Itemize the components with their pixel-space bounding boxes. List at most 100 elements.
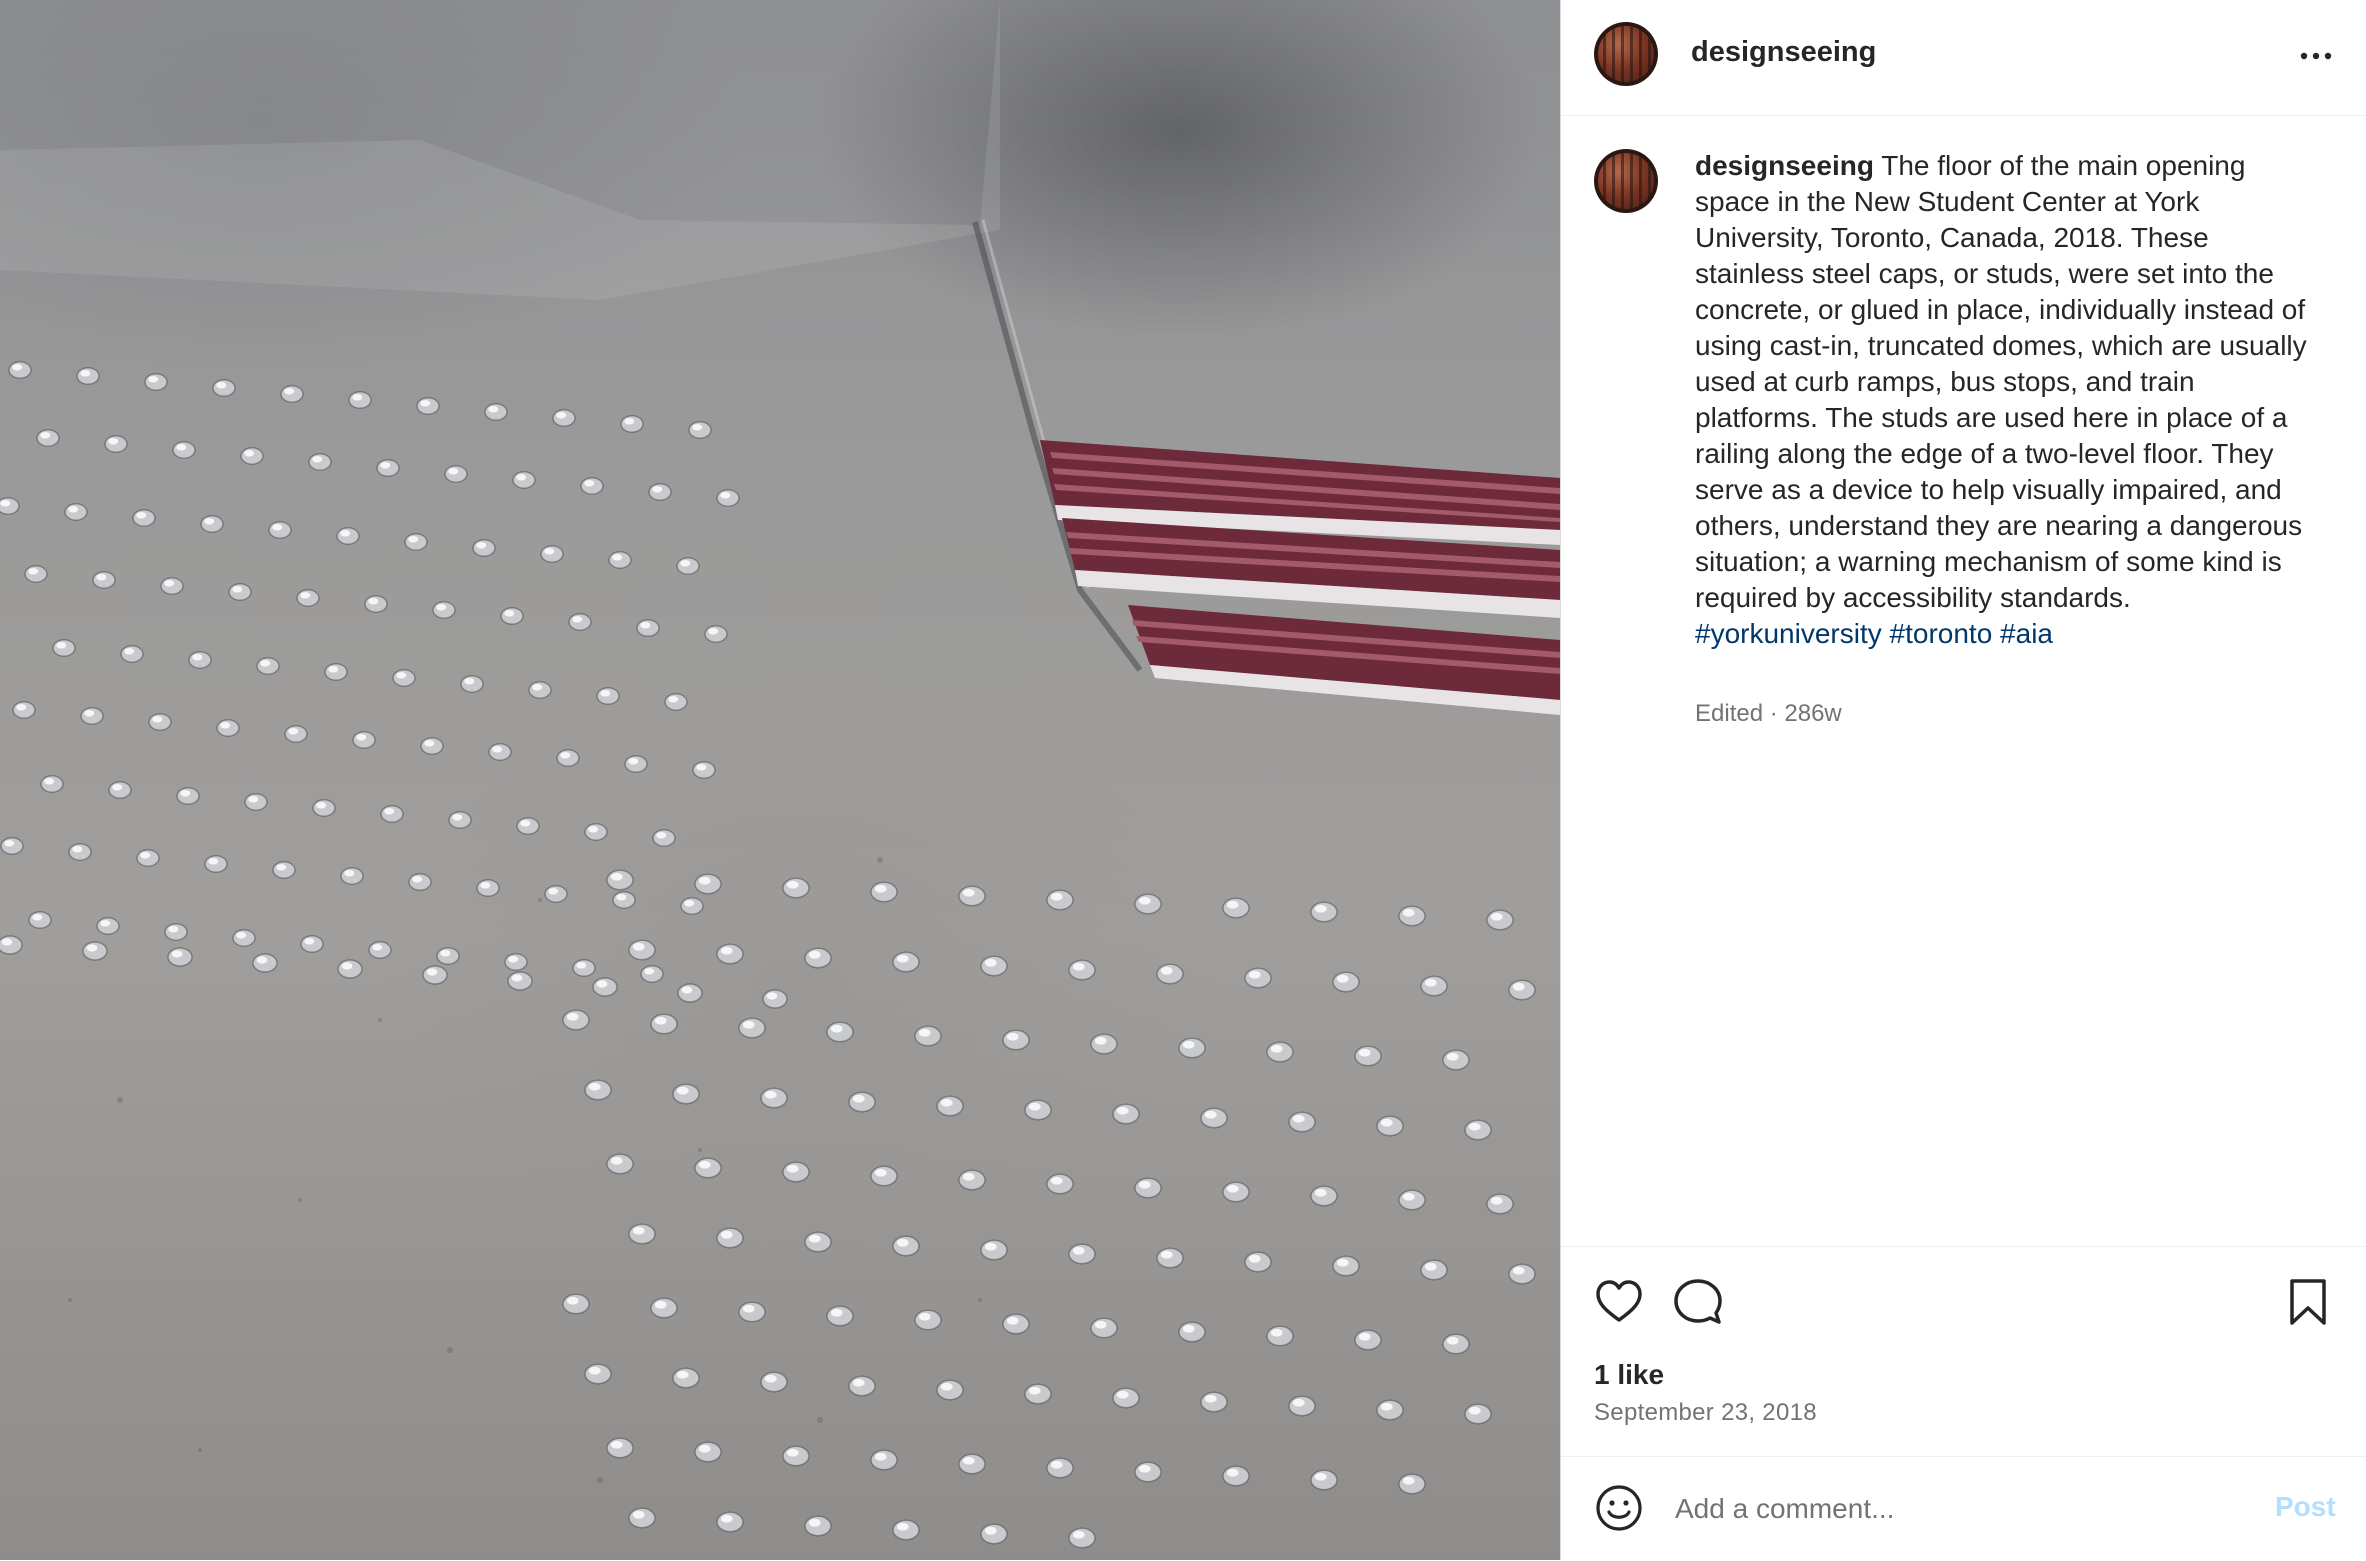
stud <box>336 527 360 545</box>
stud-highlight <box>1028 1386 1041 1395</box>
stud-highlight <box>1248 1254 1261 1263</box>
heart-icon[interactable] <box>1594 1277 1644 1327</box>
stud-highlight <box>852 1378 865 1387</box>
stud <box>76 367 100 385</box>
stud <box>738 1017 766 1039</box>
stud <box>677 983 703 1003</box>
comment-bubble-icon[interactable] <box>1673 1277 1723 1327</box>
stud <box>848 1091 876 1113</box>
caption-meta: Edited · 286w <box>1695 700 1842 727</box>
stud <box>420 737 444 755</box>
post-photo[interactable] <box>0 0 1560 1560</box>
emoji-icon[interactable] <box>1594 1483 1644 1533</box>
stud-highlight <box>1336 1258 1349 1267</box>
stud <box>1134 893 1162 915</box>
stud <box>1046 889 1074 911</box>
stud <box>1244 967 1272 989</box>
stud <box>914 1309 942 1331</box>
stud <box>540 545 564 563</box>
stud <box>0 837 24 855</box>
stud-highlight <box>1512 982 1525 991</box>
stud-highlight <box>1116 1106 1129 1115</box>
stud-highlight <box>1204 1110 1217 1119</box>
stud <box>1464 1119 1492 1141</box>
stud <box>562 1009 590 1031</box>
stud-highlight <box>1226 1184 1239 1193</box>
stud-highlight <box>1270 1328 1283 1337</box>
stud-highlight <box>1006 1032 1019 1041</box>
stud <box>1464 1403 1492 1425</box>
stud-highlight <box>696 763 707 771</box>
caption-avatar[interactable] <box>1594 149 1658 213</box>
stud <box>108 781 132 799</box>
stair-treads <box>1040 440 1560 715</box>
stud <box>980 955 1008 977</box>
stud-highlight <box>1424 978 1437 987</box>
more-options-icon[interactable] <box>2296 36 2336 76</box>
stud <box>500 607 524 625</box>
stud-highlight <box>204 517 215 525</box>
stud <box>1156 963 1184 985</box>
comment-input[interactable] <box>1673 1483 2237 1535</box>
stud-highlight <box>136 511 147 519</box>
stud <box>228 583 252 601</box>
stud-highlight <box>164 579 175 587</box>
stud <box>472 539 496 557</box>
bookmark-icon[interactable] <box>2283 1277 2333 1327</box>
stud <box>148 713 172 731</box>
stud <box>1090 1317 1118 1339</box>
stud-highlight <box>448 467 459 475</box>
stud <box>516 817 540 835</box>
stud <box>268 521 292 539</box>
stud <box>1420 975 1448 997</box>
post-side-panel: designseeing designseeing The floor of t… <box>1560 0 2366 1560</box>
stud <box>606 869 634 891</box>
stud-highlight <box>698 1160 711 1169</box>
stud-highlight <box>1270 1044 1283 1053</box>
stud <box>1442 1333 1470 1355</box>
stud <box>892 1235 920 1257</box>
header-username[interactable]: designseeing <box>1691 36 1876 69</box>
stud-highlight <box>584 479 595 487</box>
stud <box>612 891 636 909</box>
stud <box>308 453 332 471</box>
stud <box>936 1095 964 1117</box>
stud-highlight <box>344 869 355 877</box>
caption-username[interactable]: designseeing <box>1695 150 1874 181</box>
stud-highlight <box>600 689 611 697</box>
post-header: designseeing <box>1561 0 2366 116</box>
like-count[interactable]: 1 like <box>1594 1359 1664 1391</box>
stud-highlight <box>168 925 179 933</box>
hashtag-link[interactable]: #toronto <box>1890 618 1993 649</box>
stud-highlight <box>1160 966 1173 975</box>
stud <box>804 947 832 969</box>
hashtag-link[interactable]: #yorkuniversity <box>1695 618 1882 649</box>
stud <box>1068 959 1096 981</box>
stud-highlight <box>84 709 95 717</box>
stud-highlight <box>352 393 363 401</box>
stud <box>1200 1391 1228 1413</box>
stud-highlight <box>236 931 247 939</box>
stud <box>1310 901 1338 923</box>
stud <box>606 1437 634 1459</box>
stud-highlight <box>171 950 183 958</box>
stud <box>1288 1395 1316 1417</box>
stud <box>324 663 348 681</box>
avatar[interactable] <box>1594 22 1658 86</box>
stud-highlight <box>786 880 799 889</box>
hashtag-link[interactable]: #aia <box>2000 618 2053 649</box>
stud <box>252 953 278 973</box>
stud <box>1178 1321 1206 1343</box>
stud-highlight <box>852 1094 865 1103</box>
post-button[interactable]: Post <box>2275 1491 2336 1523</box>
stud-highlight <box>984 958 997 967</box>
stud-highlight <box>654 1300 667 1309</box>
stud <box>892 951 920 973</box>
stud <box>160 577 184 595</box>
stud-highlight <box>208 857 219 865</box>
stud <box>676 557 700 575</box>
stud-highlight <box>124 647 135 655</box>
stud-highlight <box>1402 1192 1415 1201</box>
stud <box>12 701 36 719</box>
stud-highlight <box>1358 1332 1371 1341</box>
